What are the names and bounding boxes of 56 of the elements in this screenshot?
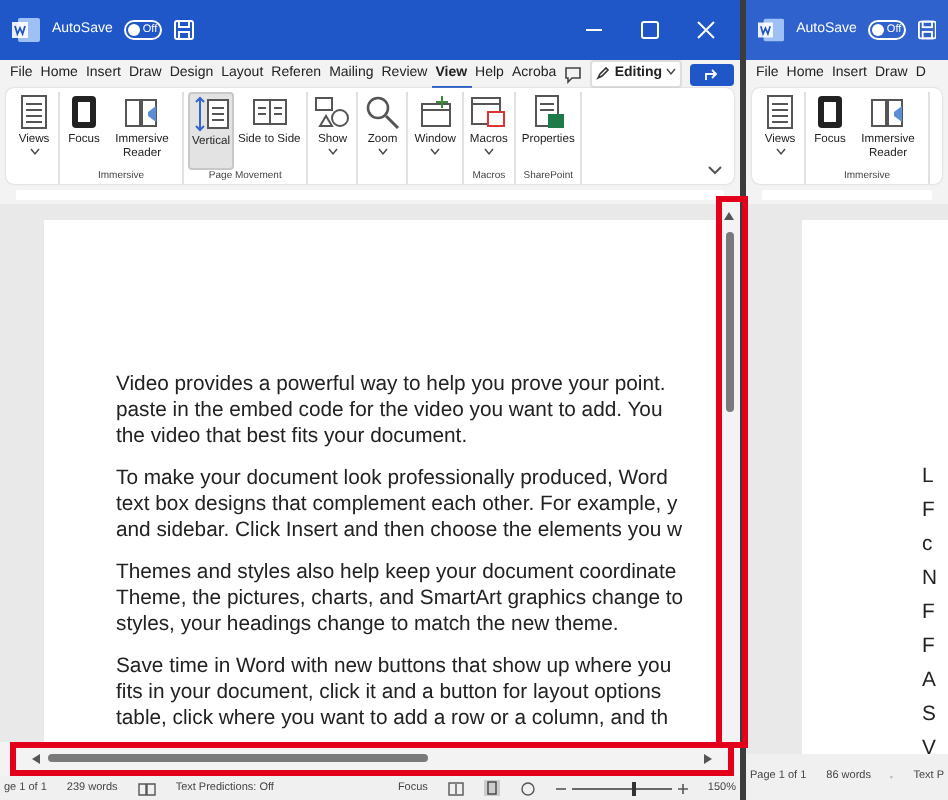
- scroll-thumb[interactable]: [726, 232, 734, 412]
- text-line: table, click where you want to add a row or a column, and th: [116, 706, 671, 732]
- left-arrow-icon: [32, 754, 40, 764]
- caret-icon: [666, 68, 676, 77]
- shapes-icon: [314, 94, 351, 130]
- print-layout-icon[interactable]: [483, 780, 500, 796]
- collapse-icon[interactable]: [708, 166, 722, 176]
- window-icon: [417, 94, 454, 130]
- read-mode-icon[interactable]: [447, 781, 464, 795]
- window-icon: [470, 94, 507, 130]
- right-arrow-icon: [704, 754, 712, 764]
- text-line: Theme, the pictures, charts, and SmartArt graphics change to: [116, 586, 686, 612]
- zoom-out-icon[interactable]: [555, 783, 566, 793]
- page-icon: [16, 94, 52, 130]
- text-line: F: [922, 634, 937, 662]
- zoom-in-icon[interactable]: [677, 783, 688, 793]
- up-arrow-icon: [724, 211, 734, 220]
- text-line: c: [922, 532, 935, 560]
- share-icon: [704, 67, 720, 81]
- text-line: paste in the embed code for the video you want to add. You: [116, 398, 665, 424]
- focus-icon: [812, 94, 848, 130]
- text-line: and sidebar. Click Insert and then choose the elements you w: [116, 518, 685, 544]
- text-line: styles, your headings change to match the new theme.: [116, 612, 621, 638]
- maximize-icon[interactable]: [640, 20, 660, 40]
- open-book-icon: [251, 94, 288, 130]
- word-logo-icon: [758, 18, 785, 42]
- text-line: V: [922, 736, 938, 764]
- text-line: F: [922, 498, 937, 526]
- vertical-scrollbar[interactable]: [720, 204, 740, 742]
- text-line: Themes and styles also help keep your document coordinate: [116, 560, 679, 586]
- text-line: S: [922, 702, 938, 730]
- text-line: A: [922, 668, 938, 696]
- page-arrows-icon: [193, 96, 229, 132]
- text-line: text box designs that complement each other. For example, y: [116, 492, 680, 518]
- text-line: F: [922, 600, 937, 628]
- text-line: Save time in Word with new buttons that show up where you: [116, 654, 674, 680]
- save-icon[interactable]: [174, 20, 195, 40]
- text-line: Video provides a powerful way to help you prove your point.: [116, 372, 668, 398]
- close-icon[interactable]: [696, 20, 716, 40]
- share-button[interactable]: [690, 63, 734, 85]
- search-icon: [364, 94, 401, 130]
- comment-icon[interactable]: [564, 65, 583, 83]
- slider-thumb[interactable]: [631, 781, 636, 795]
- focus-icon: [66, 94, 102, 130]
- text-line: L: [922, 464, 936, 492]
- scroll-thumb[interactable]: [48, 754, 428, 762]
- text-line: fits in your document, click it and a button for layout options: [116, 680, 664, 706]
- page-icon: [762, 94, 798, 130]
- pencil-icon: [596, 65, 611, 80]
- page-icon: [530, 94, 567, 130]
- word-logo-icon: [12, 18, 40, 42]
- text-line: N: [922, 566, 940, 594]
- save-icon[interactable]: [917, 20, 936, 40]
- web-layout-icon[interactable]: [519, 781, 536, 795]
- text-line: To make your document look professionally produced, Word: [116, 466, 670, 492]
- text-line: the video that best fits your document.: [116, 424, 470, 450]
